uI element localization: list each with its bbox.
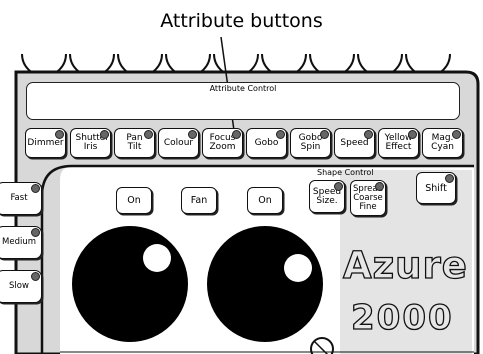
led-indicator [55, 130, 64, 139]
display-label: Attribute Control [209, 84, 277, 93]
shift-button[interactable]: Shift [416, 172, 456, 204]
colour-button[interactable]: Colour [158, 128, 199, 158]
button-label: On [258, 195, 272, 206]
wheel-right [207, 226, 323, 342]
gobo-button[interactable]: Gobo [246, 128, 287, 158]
button-label: Medium [2, 237, 36, 247]
attribute-control-display: Attribute Control [26, 82, 460, 120]
on-button-2[interactable]: On [247, 187, 283, 214]
led-indicator [31, 184, 40, 193]
button-label: Fast [10, 193, 28, 203]
led-indicator [334, 182, 343, 191]
button-label: Slow [9, 281, 29, 291]
button-label: Fan [190, 195, 208, 206]
spread-coarse-fine-button[interactable]: Spread Coarse Fine [350, 180, 386, 216]
led-indicator [364, 130, 373, 139]
brand-name: Azure [342, 243, 468, 287]
dimmer-button[interactable]: Dimmer [25, 128, 66, 158]
medium-button[interactable]: Medium [0, 226, 42, 259]
led-indicator [31, 272, 40, 281]
speed-button[interactable]: Speed [334, 128, 375, 158]
led-indicator [100, 130, 109, 139]
button-label: Pan Tilt [126, 133, 143, 152]
led-indicator [144, 130, 153, 139]
fan-button[interactable]: Fan [181, 187, 217, 214]
wheel-right-knob [284, 254, 312, 282]
yellow-effect-button[interactable]: Yellow Effect [378, 128, 419, 158]
gobo-spin-button[interactable]: Gobo Spin [290, 128, 331, 158]
button-label: Dimmer [27, 137, 64, 148]
slow-button[interactable]: Slow [0, 270, 42, 303]
button-label: Shift [425, 182, 447, 194]
wheel-left-knob [143, 244, 171, 272]
fast-button[interactable]: Fast [0, 182, 42, 215]
shape-control-label: Shape Control [317, 168, 374, 177]
led-indicator [452, 130, 461, 139]
on-button-1[interactable]: On [116, 187, 152, 214]
led-indicator [276, 130, 285, 139]
button-label: Speed [340, 137, 369, 148]
led-indicator [31, 228, 40, 237]
led-indicator [445, 174, 454, 183]
led-indicator [320, 130, 329, 139]
led-indicator [232, 130, 241, 139]
button-label: Gobo [254, 137, 279, 148]
mag-cyan-button[interactable]: Mag. Cyan [422, 128, 463, 158]
focus-zoom-button[interactable]: Focus Zoom [202, 128, 243, 158]
led-indicator [408, 130, 417, 139]
pan-tilt-button[interactable]: Pan Tilt [114, 128, 155, 158]
button-label: Colour [163, 137, 194, 148]
button-label: On [127, 195, 141, 206]
led-indicator [188, 130, 197, 139]
led-indicator [375, 182, 384, 191]
wheel-left [72, 226, 188, 342]
speed-size-button[interactable]: Speed Size. [309, 180, 345, 213]
shutter-iris-button[interactable]: Shutter Iris [70, 128, 111, 158]
brand-model: 2000 [350, 297, 454, 338]
